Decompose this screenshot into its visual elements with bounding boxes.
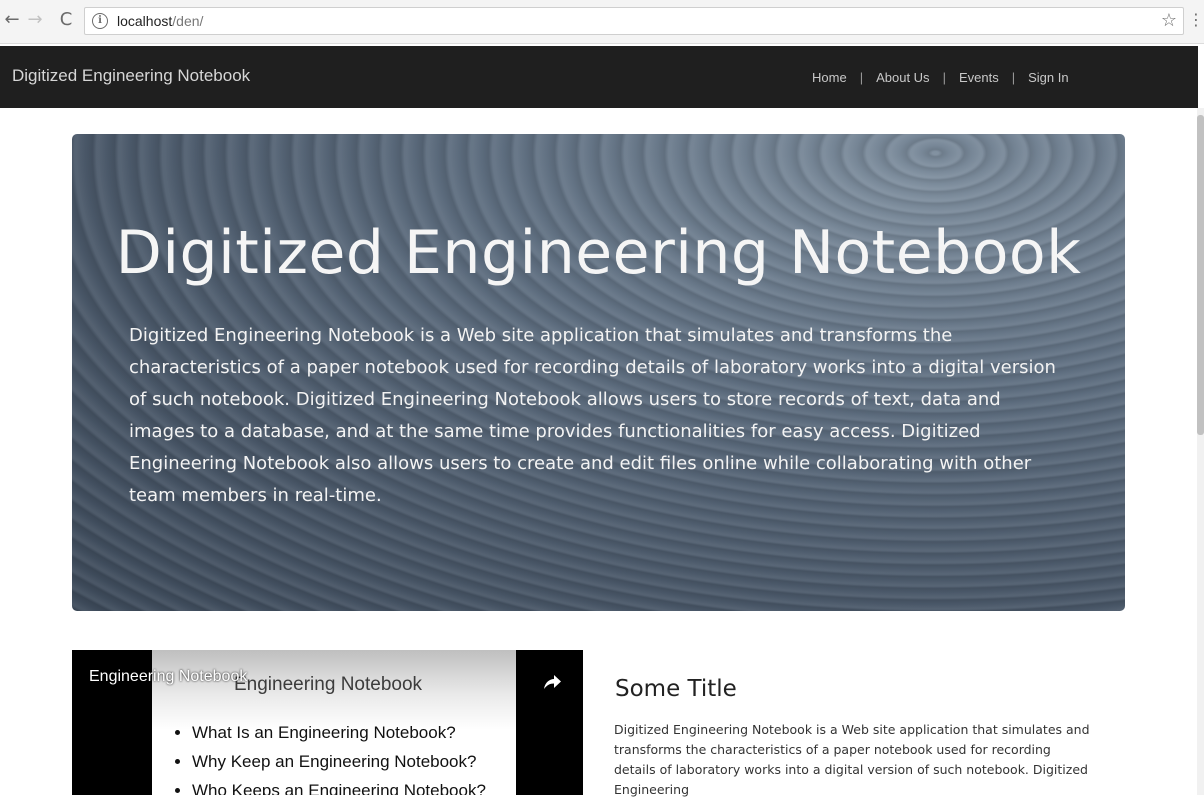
video-title[interactable]: Engineering Notebook: [89, 668, 247, 686]
brand-link[interactable]: Digitized Engineering Notebook: [12, 66, 250, 86]
bookmark-star-icon[interactable]: ☆: [1161, 10, 1177, 31]
slide-list-item: What Is an Engineering Notebook?: [192, 718, 486, 747]
nav-separator: |: [1011, 70, 1016, 85]
browser-menu-icon[interactable]: ⋮: [1188, 10, 1204, 29]
slide-list: What Is an Engineering Notebook? Why Kee…: [162, 718, 486, 795]
hero-title: Digitized Engineering Notebook: [115, 218, 1082, 288]
nav-about-link[interactable]: About Us: [876, 70, 929, 85]
url-text: localhost/den/: [117, 13, 203, 29]
nav-separator: |: [859, 70, 864, 85]
info-icon[interactable]: i: [92, 13, 108, 29]
forward-arrow-icon[interactable]: →: [25, 8, 45, 32]
url-path: /den/: [172, 13, 204, 29]
video-embed[interactable]: Engineering Notebook What Is an Engineer…: [72, 650, 583, 795]
browser-toolbar: ← → C i localhost/den/ ☆ ⋮: [0, 0, 1204, 44]
share-icon[interactable]: [542, 672, 562, 692]
scrollbar-thumb[interactable]: [1197, 115, 1204, 435]
nav-home-link[interactable]: Home: [812, 70, 847, 85]
nav-events-link[interactable]: Events: [959, 70, 999, 85]
section-text: Digitized Engineering Notebook is a Web …: [614, 722, 1090, 797]
slide-list-item: Why Keep an Engineering Notebook?: [192, 747, 486, 776]
url-host: localhost: [117, 13, 173, 29]
back-arrow-icon[interactable]: ←: [2, 8, 22, 32]
reload-icon[interactable]: C: [56, 8, 76, 32]
nav-separator: |: [942, 70, 946, 85]
site-navbar: Digitized Engineering Notebook Home | Ab…: [0, 46, 1198, 108]
nav-menu: Home | About Us | Events | Sign In: [812, 70, 1069, 85]
hero-description: Digitized Engineering Notebook is a Web …: [129, 325, 1056, 506]
hero-jumbotron: Digitized Engineering Notebook Digitized…: [72, 134, 1125, 611]
slide-title: Engineering Notebook: [234, 674, 423, 695]
section-title: Some Title: [615, 676, 737, 702]
address-bar[interactable]: i localhost/den/ ☆: [84, 7, 1184, 35]
slide-list-item: Who Keeps an Engineering Notebook?: [192, 776, 486, 795]
nav-signin-link[interactable]: Sign In: [1028, 70, 1068, 85]
